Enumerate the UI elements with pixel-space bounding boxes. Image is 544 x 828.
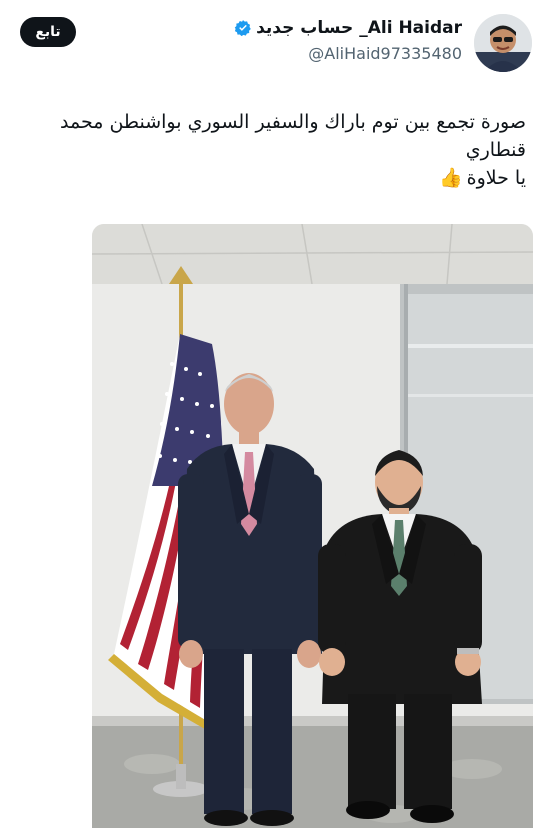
tweet-text: صورة تجمع بين توم باراك والسفير السوري ب…: [16, 108, 526, 192]
verified-badge-icon: [234, 20, 251, 37]
user-info: Ali Haidar_ حساب جديد @AliHaid97335480: [132, 16, 462, 65]
tweet-photo[interactable]: [92, 224, 533, 828]
user-handle[interactable]: @AliHaid97335480: [132, 43, 462, 65]
display-name-row[interactable]: Ali Haidar_ حساب جديد: [132, 16, 462, 40]
display-name[interactable]: Ali Haidar_ حساب جديد: [256, 16, 462, 40]
tweet-line-1: صورة تجمع بين توم باراك والسفير السوري ب…: [60, 111, 526, 133]
tweet-line-3: يا حلاوة👍: [16, 164, 526, 192]
follow-button[interactable]: تابع: [20, 17, 76, 47]
thumbs-up-emoji: 👍: [438, 167, 463, 189]
photo-illustration: [92, 224, 533, 828]
tweet-line-2: قنطاري: [465, 139, 526, 161]
tweet-line-3-text: يا حلاوة: [466, 167, 526, 189]
avatar[interactable]: [474, 14, 532, 72]
